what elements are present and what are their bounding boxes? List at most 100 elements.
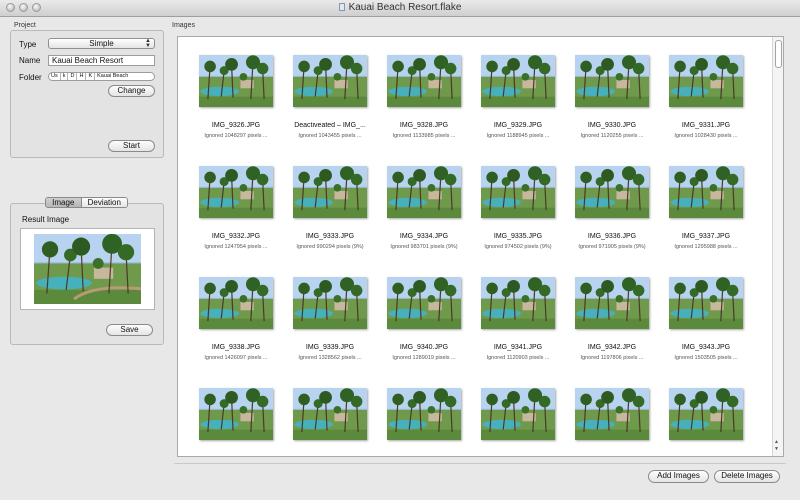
image-cell[interactable]: IMG_9338.JPG Ignored 1426097 pixels ... — [195, 259, 277, 369]
image-info: Ignored 1120903 pixels ... — [486, 355, 550, 361]
images-group-label: Images — [172, 22, 195, 29]
image-cell[interactable] — [195, 370, 277, 456]
result-image-label: Result Image — [22, 215, 70, 224]
image-info: Ignored 971905 pixels (9%) — [578, 244, 646, 250]
image-info: Ignored 983701 pixels (9%) — [390, 244, 458, 250]
image-filename: IMG_9339.JPG — [305, 344, 355, 351]
resort-photo-thumbnail[interactable] — [669, 55, 743, 107]
image-cell[interactable]: IMG_9330.JPG Ignored 1120255 pixels ... — [571, 37, 653, 147]
image-cell[interactable]: IMG_9343.JPG Ignored 1503505 pixels ... — [665, 259, 747, 369]
image-info: Ignored 1120255 pixels ... — [580, 133, 644, 139]
delete-images-button[interactable]: Delete Images — [714, 470, 780, 483]
image-filename: IMG_9335.JPG — [493, 233, 543, 240]
image-info: Ignored 990294 pixels (9%) — [296, 244, 364, 250]
resort-photo-thumbnail[interactable] — [293, 388, 367, 440]
path-segment[interactable]: Us — [49, 73, 61, 80]
resort-photo-thumbnail[interactable] — [199, 277, 273, 329]
save-button[interactable]: Save — [106, 324, 153, 336]
image-info: Ignored 974502 pixels (9%) — [484, 244, 552, 250]
image-cell[interactable]: IMG_9340.JPG Ignored 1289019 pixels ... — [383, 259, 465, 369]
path-segment[interactable]: k — [61, 73, 69, 80]
resort-photo-thumbnail[interactable] — [575, 55, 649, 107]
type-label: Type — [19, 40, 37, 49]
resort-photo-thumbnail[interactable] — [387, 388, 461, 440]
image-cell[interactable] — [383, 370, 465, 456]
path-segment[interactable]: Kauai Beach — [95, 73, 130, 80]
result-tab-control: Image Deviation — [45, 197, 128, 208]
image-cell[interactable]: IMG_9331.JPG Ignored 1028430 pixels ... — [665, 37, 747, 147]
image-info: Ignored 1028430 pixels ... — [674, 133, 738, 139]
tab-deviation[interactable]: Deviation — [80, 198, 127, 207]
start-button[interactable]: Start — [108, 140, 155, 152]
scroll-arrows-icon[interactable]: ▲ ▼ — [774, 439, 779, 453]
image-filename: IMG_9334.JPG — [399, 233, 449, 240]
image-cell[interactable]: IMG_9332.JPG Ignored 1247954 pixels ... — [195, 148, 277, 258]
image-cell[interactable]: IMG_9339.JPG Ignored 1328562 pixels ... — [289, 259, 371, 369]
add-images-button[interactable]: Add Images — [648, 470, 709, 483]
resort-photo-thumbnail[interactable] — [481, 388, 555, 440]
type-popup[interactable]: Simple ▲ ▼ — [48, 38, 155, 49]
image-cell[interactable] — [477, 370, 559, 456]
resort-photo-thumbnail[interactable] — [481, 166, 555, 218]
resort-photo-thumbnail[interactable] — [575, 388, 649, 440]
project-panel: Type Simple ▲ ▼ Name Kauai Beach Resort F… — [10, 30, 164, 158]
image-cell[interactable]: IMG_9326.JPG Ignored 1048297 pixels ... — [195, 37, 277, 147]
image-info: Ignored 1043455 pixels ... — [298, 133, 362, 139]
resort-photo-thumbnail[interactable] — [199, 388, 273, 440]
folder-label: Folder — [19, 73, 42, 82]
path-segment[interactable]: H — [77, 73, 87, 80]
resort-photo-thumbnail[interactable] — [669, 166, 743, 218]
resort-photo-thumbnail[interactable] — [669, 277, 743, 329]
resort-photo-thumbnail[interactable] — [293, 277, 367, 329]
image-cell[interactable]: IMG_9333.JPG Ignored 990294 pixels (9%) — [289, 148, 371, 258]
resort-photo-thumbnail[interactable] — [387, 277, 461, 329]
folder-path-control[interactable]: Us k D H K Kauai Beach — [48, 72, 155, 81]
images-grid[interactable]: IMG_9326.JPG Ignored 1048297 pixels ... De… — [177, 36, 784, 457]
image-cell[interactable]: IMG_9328.JPG Ignored 1133985 pixels ... — [383, 37, 465, 147]
project-group-label: Project — [14, 22, 36, 29]
image-cell[interactable] — [571, 370, 653, 456]
image-cell[interactable]: IMG_9329.JPG Ignored 1188945 pixels ... — [477, 37, 559, 147]
image-info: Ignored 1289019 pixels ... — [392, 355, 456, 361]
image-filename: IMG_9326.JPG — [211, 122, 261, 129]
image-cell[interactable]: IMG_9341.JPG Ignored 1120903 pixels ... — [477, 259, 559, 369]
image-cell[interactable]: IMG_9335.JPG Ignored 974502 pixels (9%) — [477, 148, 559, 258]
image-filename: IMG_9338.JPG — [211, 344, 261, 351]
image-filename: IMG_9336.JPG — [587, 233, 637, 240]
image-cell[interactable]: Deactiveated – IMG_... Ignored 1043455 pi… — [289, 37, 371, 147]
change-button[interactable]: Change — [108, 85, 155, 97]
vertical-scrollbar[interactable]: ▲ ▼ — [772, 37, 783, 456]
image-cell[interactable]: IMG_9334.JPG Ignored 983701 pixels (9%) — [383, 148, 465, 258]
image-cell[interactable]: IMG_9342.JPG Ignored 1197806 pixels ... — [571, 259, 653, 369]
resort-photo-thumbnail[interactable] — [387, 166, 461, 218]
resort-photo-thumbnail[interactable] — [481, 55, 555, 107]
image-info: Ignored 1328562 pixels ... — [298, 355, 362, 361]
scrollbar-thumb[interactable] — [775, 40, 782, 68]
image-filename: IMG_9328.JPG — [399, 122, 449, 129]
resort-photo-thumbnail[interactable] — [575, 277, 649, 329]
image-info: Ignored 1503505 pixels ... — [674, 355, 738, 361]
image-cell[interactable] — [665, 370, 747, 456]
resort-photo-thumbnail[interactable] — [293, 166, 367, 218]
image-cell[interactable] — [289, 370, 371, 456]
path-segment[interactable]: K — [86, 73, 96, 80]
resort-photo-thumbnail[interactable] — [199, 55, 273, 107]
updown-arrows-icon: ▲ ▼ — [145, 38, 151, 49]
resort-photo-thumbnail[interactable] — [575, 166, 649, 218]
resort-photo-thumbnail[interactable] — [669, 388, 743, 440]
image-filename: IMG_9329.JPG — [493, 122, 543, 129]
resort-photo-thumbnail[interactable] — [481, 277, 555, 329]
tab-image[interactable]: Image — [46, 198, 81, 207]
name-field[interactable]: Kauai Beach Resort — [48, 55, 155, 66]
image-cell[interactable]: IMG_9337.JPG Ignored 1295988 pixels ... — [665, 148, 747, 258]
image-cell[interactable]: IMG_9336.JPG Ignored 971905 pixels (9%) — [571, 148, 653, 258]
image-info: Ignored 1426097 pixels ... — [204, 355, 268, 361]
image-filename: IMG_9340.JPG — [399, 344, 449, 351]
image-filename: IMG_9330.JPG — [587, 122, 637, 129]
title-bar: Kauai Beach Resort.flake — [0, 0, 800, 17]
resort-photo-thumbnail[interactable] — [293, 55, 367, 107]
resort-photo-thumbnail[interactable] — [387, 55, 461, 107]
path-segment[interactable]: D — [68, 73, 78, 80]
resort-photo-thumbnail[interactable] — [199, 166, 273, 218]
result-panel: Result Image Save — [10, 203, 164, 345]
